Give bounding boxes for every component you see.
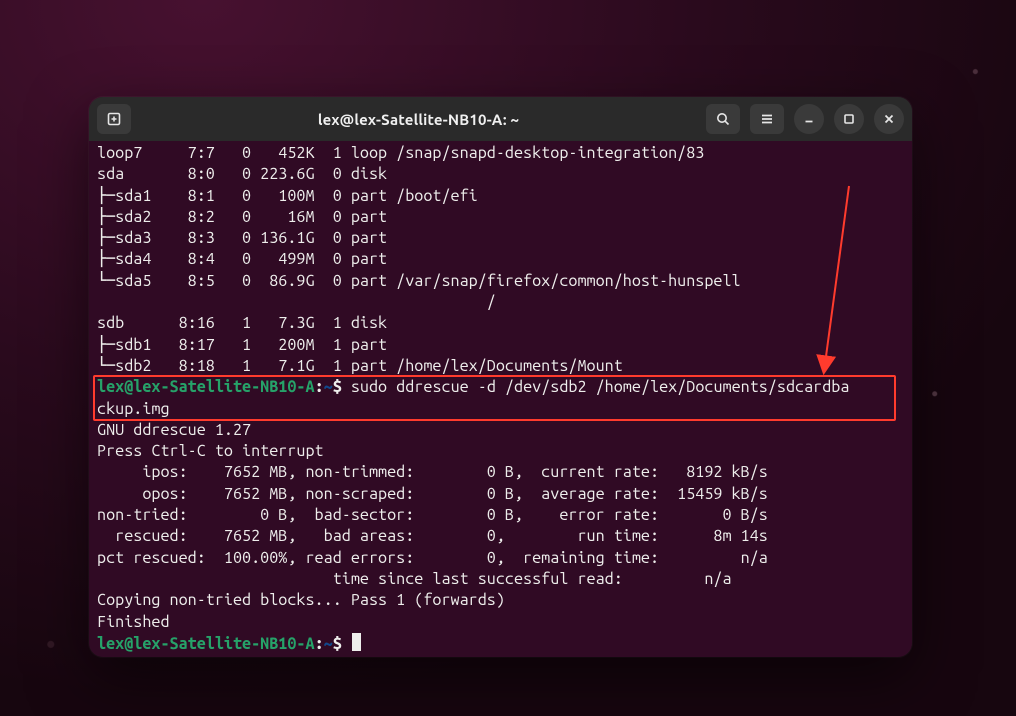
command-line: lex@lex-Satellite-NB10-A:~$ sudo ddrescu… — [97, 378, 849, 417]
terminal-window: lex@lex-Satellite-NB10-A: ~ — [89, 97, 912, 657]
titlebar: lex@lex-Satellite-NB10-A: ~ — [89, 97, 912, 141]
annotation-arrow — [89, 141, 912, 657]
cursor — [352, 633, 362, 651]
search-button[interactable] — [706, 104, 740, 134]
close-button[interactable] — [874, 104, 904, 134]
minimize-button[interactable] — [794, 104, 824, 134]
prompt-ready[interactable]: lex@lex-Satellite-NB10-A:~$ — [97, 635, 351, 653]
terminal-content[interactable]: loop7 7:7 0 452K 1 loop /snap/snapd-desk… — [89, 141, 912, 657]
maximize-button[interactable] — [834, 104, 864, 134]
hamburger-menu-button[interactable] — [750, 104, 784, 134]
window-title: lex@lex-Satellite-NB10-A: ~ — [139, 111, 698, 128]
new-tab-button[interactable] — [97, 104, 131, 134]
